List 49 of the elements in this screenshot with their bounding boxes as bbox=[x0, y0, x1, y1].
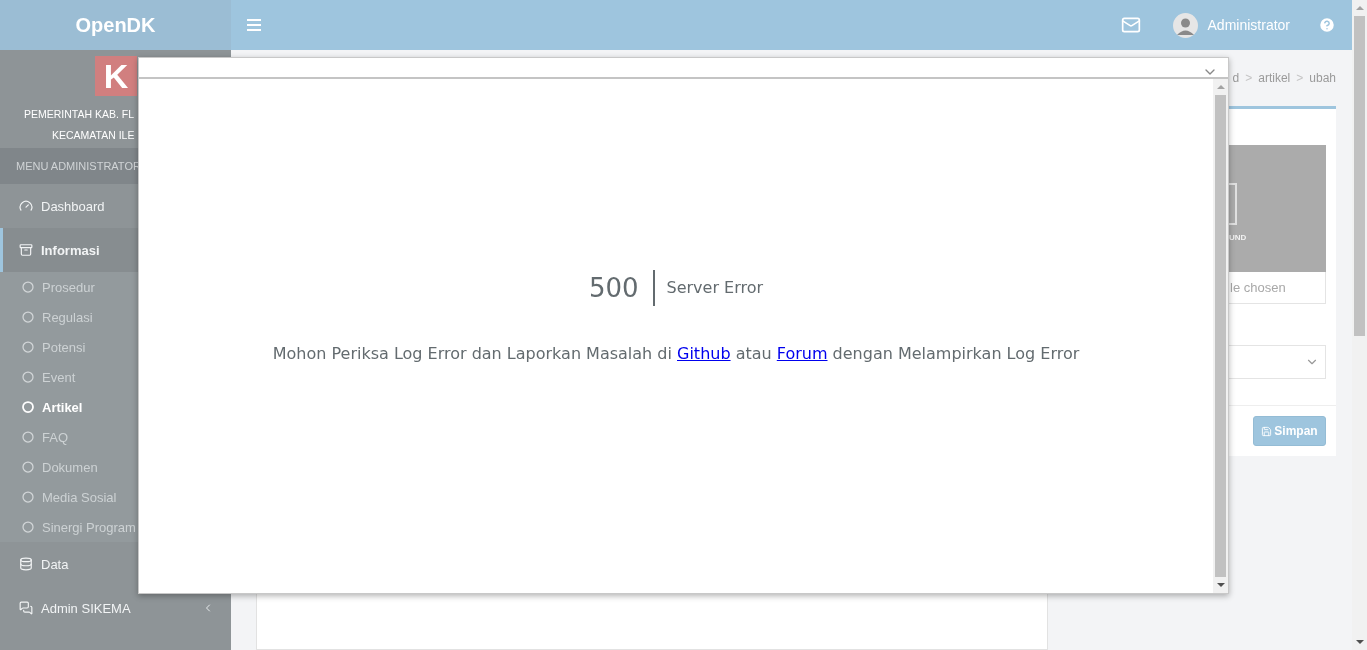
database-icon bbox=[19, 557, 33, 571]
sidebar-item[interactable]: Admin SIKEMA bbox=[0, 586, 231, 630]
user-name[interactable]: Administrator bbox=[1207, 17, 1290, 33]
image-caption: UND bbox=[1229, 233, 1247, 242]
breadcrumb-item[interactable]: artikel bbox=[1258, 71, 1291, 85]
circle-icon bbox=[22, 401, 34, 413]
submenu-item[interactable]: Media Sosial bbox=[0, 482, 231, 512]
submenu-item[interactable]: Event bbox=[0, 362, 231, 392]
error-title: Server Error bbox=[665, 278, 764, 297]
menu-icon[interactable] bbox=[247, 19, 261, 31]
submenu-item[interactable]: Sinergi Program bbox=[0, 512, 231, 542]
submenu-item[interactable]: Regulasi bbox=[0, 302, 231, 332]
brand-name[interactable]: OpenDK bbox=[0, 0, 231, 50]
logo: K bbox=[95, 56, 137, 96]
help-icon[interactable] bbox=[1318, 16, 1336, 34]
sidebar-item[interactable]: Data bbox=[0, 542, 231, 586]
breadcrumb-item[interactable]: d bbox=[1232, 71, 1240, 85]
archive-icon bbox=[19, 243, 33, 257]
breadcrumb-separator: > bbox=[1245, 71, 1253, 85]
scrollbar[interactable] bbox=[1352, 0, 1367, 650]
circle-icon bbox=[22, 311, 34, 323]
save-icon bbox=[1261, 425, 1273, 437]
circle-icon bbox=[22, 491, 34, 503]
circle-icon bbox=[22, 281, 34, 293]
save-button[interactable]: Simpan bbox=[1253, 416, 1326, 446]
org-name: PEMERINTAH KAB. FL bbox=[23, 107, 135, 122]
breadcrumb-item[interactable]: ubah bbox=[1309, 71, 1336, 85]
org-name: KECAMATAN ILE bbox=[51, 128, 135, 143]
link[interactable]: Forum bbox=[776, 343, 828, 363]
circle-icon bbox=[22, 341, 34, 353]
submenu-item[interactable]: Potensi bbox=[0, 332, 231, 362]
link[interactable]: Github bbox=[677, 343, 731, 363]
chat-icon bbox=[19, 601, 33, 615]
gauge-icon bbox=[19, 199, 33, 213]
submenu-item[interactable]: Prosedur bbox=[0, 272, 231, 302]
submenu-item[interactable]: Dokumen bbox=[0, 452, 231, 482]
submenu-item[interactable]: Artikel bbox=[0, 392, 231, 422]
breadcrumb-separator: > bbox=[1296, 71, 1304, 85]
error-message: Mohon Periksa Log Error dan Laporkan Masalah di Github atau Forum dengan Melampirkan Log Error bbox=[272, 343, 1080, 363]
error-code: 500 bbox=[588, 269, 655, 306]
circle-icon bbox=[22, 461, 34, 473]
submenu-item[interactable]: FAQ bbox=[0, 422, 231, 452]
sidebar-item[interactable]: Dashboard bbox=[0, 184, 231, 228]
mail-icon[interactable] bbox=[1120, 15, 1141, 35]
circle-icon bbox=[22, 371, 34, 383]
circle-icon bbox=[22, 521, 34, 533]
avatar-icon[interactable] bbox=[1172, 12, 1198, 38]
scrollbar[interactable] bbox=[1213, 79, 1228, 593]
circle-icon bbox=[22, 431, 34, 443]
